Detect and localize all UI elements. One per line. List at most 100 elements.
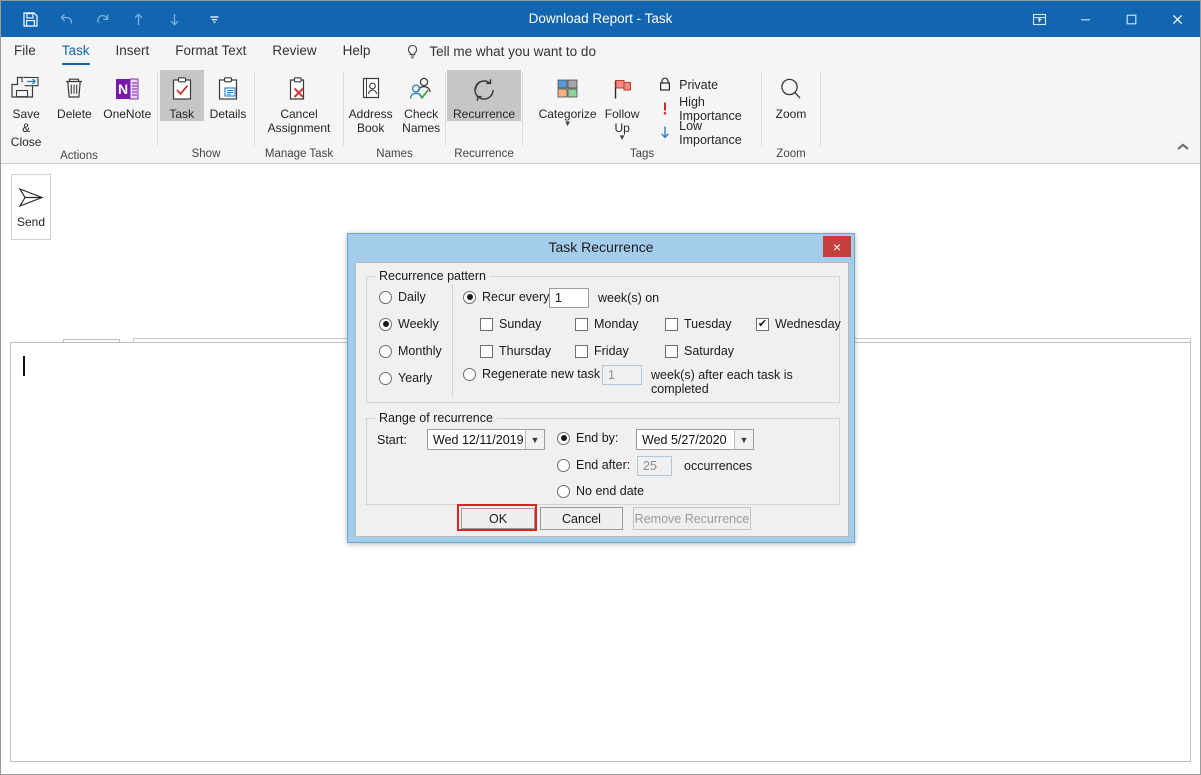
redo-icon[interactable]	[87, 5, 117, 33]
frequency-daily-label: Daily	[398, 290, 426, 304]
customize-quick-access-toolbar-icon[interactable]	[199, 5, 229, 33]
high-importance-option[interactable]: High Importance	[654, 95, 761, 123]
radio-dot	[379, 371, 392, 385]
range-start-combobox[interactable]: Wed 12/11/2019 ▼	[427, 429, 545, 450]
regenerate-interval-input[interactable]: 1	[602, 365, 642, 385]
zoom-button[interactable]: Zoom	[769, 70, 813, 121]
send-label: Send	[16, 214, 46, 229]
delete-button[interactable]: Delete	[51, 70, 97, 121]
onenote-label: OneNote	[103, 107, 152, 121]
chevron-down-icon[interactable]: ▼	[525, 430, 544, 449]
next-item-icon[interactable]	[159, 5, 189, 33]
end-after-radio[interactable]: End after:	[557, 458, 630, 472]
minimize-icon[interactable]	[1062, 1, 1108, 37]
ribbon-group-actions: Save & Close Delete N OneNote Actions	[1, 66, 157, 164]
recur-every-input[interactable]: 1	[549, 288, 589, 308]
day-wednesday-label: Wednesday	[775, 317, 841, 331]
title-bar: Download Report - Task	[1, 1, 1200, 37]
ribbon-separator	[820, 72, 821, 146]
checkbox-box	[480, 344, 493, 358]
dialog-close-button[interactable]: ×	[823, 236, 851, 257]
day-saturday-checkbox[interactable]: Saturday	[665, 344, 734, 358]
day-thursday-checkbox[interactable]: Thursday	[480, 344, 551, 358]
end-by-combobox[interactable]: Wed 5/27/2020 ▼	[636, 429, 754, 450]
radio-dot	[557, 484, 570, 498]
address-book-button[interactable]: Address Book	[344, 70, 397, 135]
regenerate-new-task-radio[interactable]: Regenerate new task	[463, 367, 600, 381]
day-sunday-checkbox[interactable]: Sunday	[480, 317, 541, 331]
text-caret	[23, 356, 25, 376]
tab-file[interactable]: File	[1, 37, 49, 66]
ribbon-group-label-actions: Actions	[60, 150, 98, 162]
follow-up-button[interactable]: Follow Up ▼	[600, 70, 644, 142]
cancel-assignment-label: Cancel Assignment	[267, 107, 331, 135]
ribbon-group-zoom: Zoom Zoom	[762, 66, 820, 164]
recurrence-pattern-group-label: Recurrence pattern	[375, 269, 491, 283]
occurrences-label: occurrences	[684, 459, 753, 473]
send-button[interactable]: Send	[11, 174, 51, 240]
dialog-title: Task Recurrence	[548, 239, 654, 255]
tab-format-text[interactable]: Format Text	[162, 37, 259, 66]
day-monday-checkbox[interactable]: Monday	[575, 317, 638, 331]
lock-icon	[658, 76, 672, 95]
save-and-close-icon	[10, 73, 42, 107]
check-names-button[interactable]: Check Names	[397, 70, 445, 135]
recurrence-button[interactable]: Recurrence	[446, 70, 522, 121]
ok-button[interactable]: OK	[461, 508, 535, 529]
end-after-occurrences-input[interactable]: 25	[637, 456, 672, 476]
private-option[interactable]: Private	[654, 73, 761, 97]
ribbon-group-names: Address Book Check Names Names	[344, 66, 445, 164]
tab-insert[interactable]: Insert	[103, 37, 163, 66]
end-by-value: Wed 5/27/2020	[642, 432, 727, 447]
maximize-icon[interactable]	[1108, 1, 1154, 37]
tab-help[interactable]: Help	[330, 37, 384, 66]
categorize-dropdown-arrow-icon[interactable]: ▼	[564, 120, 572, 128]
categorize-button[interactable]: Categorize ▼	[535, 70, 600, 128]
day-wednesday-checkbox[interactable]: ✔ Wednesday	[756, 317, 841, 331]
previous-item-icon[interactable]	[123, 5, 153, 33]
undo-icon[interactable]	[51, 5, 81, 33]
recur-every-radio[interactable]: Recur every	[463, 290, 549, 304]
frequency-daily-radio[interactable]: Daily	[379, 290, 426, 304]
onenote-button[interactable]: N OneNote	[98, 70, 157, 121]
task-recurrence-dialog: Task Recurrence × Recurrence pattern Dai…	[347, 233, 855, 543]
tell-me-box[interactable]: Tell me what you want to do	[405, 37, 596, 66]
follow-up-dropdown-arrow-icon[interactable]: ▼	[618, 134, 626, 142]
day-tuesday-checkbox[interactable]: Tuesday	[665, 317, 731, 331]
frequency-weekly-radio[interactable]: Weekly	[379, 317, 439, 331]
ok-button-highlight: OK	[457, 504, 537, 531]
checkbox-box	[665, 344, 678, 358]
show-task-button[interactable]: Task	[159, 70, 204, 121]
follow-up-icon	[608, 73, 636, 107]
send-arrow-icon	[17, 186, 45, 213]
low-importance-option[interactable]: Low Importance	[654, 119, 761, 147]
onenote-icon: N	[112, 73, 142, 107]
no-end-date-radio[interactable]: No end date	[557, 484, 644, 498]
chevron-down-icon[interactable]: ▼	[734, 430, 753, 449]
save-and-close-label: Save & Close	[10, 107, 42, 149]
frequency-yearly-radio[interactable]: Yearly	[379, 371, 432, 385]
no-end-date-label: No end date	[576, 484, 645, 498]
cancel-assignment-button[interactable]: Cancel Assignment	[262, 70, 337, 135]
range-start-value: Wed 12/11/2019	[433, 432, 524, 447]
collapse-ribbon-icon[interactable]	[1176, 142, 1190, 155]
svg-text:N: N	[118, 81, 128, 97]
cancel-assignment-icon	[285, 73, 313, 107]
ribbon-group-label-recurrence: Recurrence	[454, 148, 514, 160]
day-friday-checkbox[interactable]: Friday	[575, 344, 629, 358]
range-of-recurrence-group-label: Range of recurrence	[375, 411, 497, 425]
show-details-button[interactable]: Details	[204, 70, 253, 121]
end-by-radio[interactable]: End by:	[557, 431, 618, 445]
cancel-button[interactable]: Cancel	[540, 507, 623, 530]
save-and-close-button[interactable]: Save & Close	[1, 70, 51, 149]
remove-recurrence-button[interactable]: Remove Recurrence	[633, 507, 751, 530]
recur-every-label: Recur every	[482, 290, 550, 304]
tab-review[interactable]: Review	[259, 37, 329, 66]
ribbon-display-options-icon[interactable]	[1016, 1, 1062, 37]
tab-task[interactable]: Task	[49, 37, 103, 66]
close-icon[interactable]	[1154, 1, 1200, 37]
frequency-monthly-radio[interactable]: Monthly	[379, 344, 442, 358]
save-icon[interactable]	[15, 5, 45, 33]
recurrence-pattern-group: Recurrence pattern Daily Weekly Monthly	[366, 269, 841, 403]
ribbon-group-show: Task Details Show	[158, 66, 254, 164]
